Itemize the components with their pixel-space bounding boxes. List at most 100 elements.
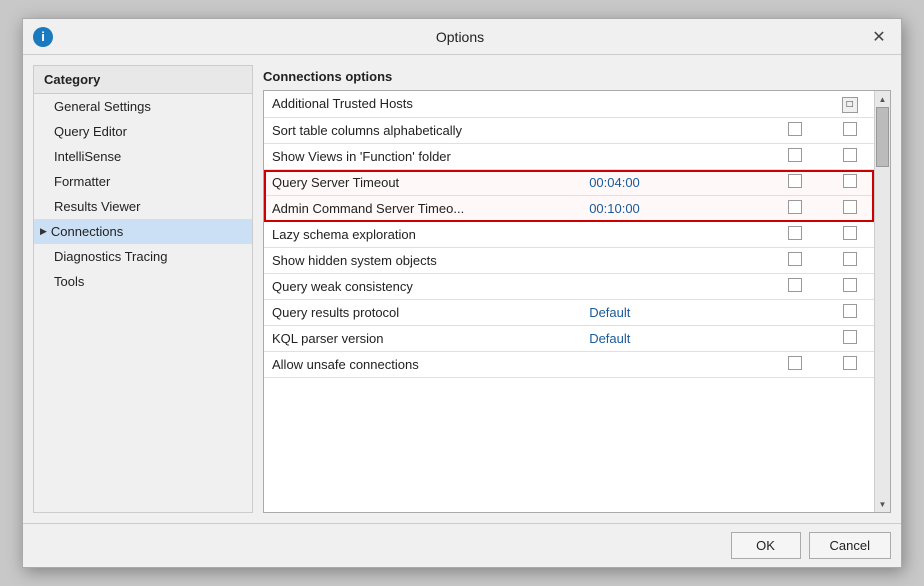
sidebar-item-tools[interactable]: Tools: [34, 269, 252, 294]
option-extra-checkbox[interactable]: [843, 174, 857, 188]
sidebar-item-connections[interactable]: ▶ Connections: [34, 219, 252, 244]
option-extra-cell: [825, 143, 874, 169]
option-value: [581, 273, 764, 299]
option-extra-checkbox[interactable]: [843, 330, 857, 344]
option-value: Default: [581, 299, 764, 325]
table-scrollbar[interactable]: ▲ ▼: [874, 91, 890, 512]
table-row[interactable]: Query Server Timeout00:04:00: [264, 169, 874, 195]
sidebar: Category General SettingsQuery EditorInt…: [33, 65, 253, 513]
option-checkbox-cell: [764, 169, 825, 195]
ok-button[interactable]: OK: [731, 532, 801, 559]
option-extra-checkbox[interactable]: [843, 200, 857, 214]
option-extra-cell: [825, 247, 874, 273]
sidebar-item-diagnostics-tracing[interactable]: Diagnostics Tracing: [34, 244, 252, 269]
option-checkbox[interactable]: [788, 356, 802, 370]
option-value: [581, 351, 764, 377]
option-checkbox[interactable]: [788, 148, 802, 162]
option-checkbox[interactable]: [788, 122, 802, 136]
option-checkbox-cell: [764, 117, 825, 143]
option-extra-checkbox[interactable]: [843, 122, 857, 136]
option-checkbox[interactable]: [788, 278, 802, 292]
option-extra-checkbox[interactable]: [843, 226, 857, 240]
table-row[interactable]: Additional Trusted Hosts □: [264, 91, 874, 117]
table-row[interactable]: Show Views in 'Function' folder: [264, 143, 874, 169]
option-extra-cell: [825, 221, 874, 247]
cancel-button[interactable]: Cancel: [809, 532, 891, 559]
scrollbar-track: [875, 107, 890, 496]
option-value: [581, 117, 764, 143]
option-extra-cell: [825, 195, 874, 221]
sidebar-item-general-settings[interactable]: General Settings: [34, 94, 252, 119]
table-row[interactable]: Lazy schema exploration: [264, 221, 874, 247]
option-name: Allow unsafe connections: [264, 351, 581, 377]
option-name: Admin Command Server Timeo...: [264, 195, 581, 221]
option-name: Query weak consistency: [264, 273, 581, 299]
option-extra-checkbox[interactable]: [843, 356, 857, 370]
option-extra-cell: [825, 325, 874, 351]
sidebar-item-label: Connections: [51, 224, 123, 239]
option-extra-checkbox[interactable]: [843, 148, 857, 162]
option-name: Sort table columns alphabetically: [264, 117, 581, 143]
option-value: [581, 221, 764, 247]
main-header: Connections options: [263, 65, 891, 90]
table-row[interactable]: Admin Command Server Timeo...00:10:00: [264, 195, 874, 221]
option-extra-cell: [825, 169, 874, 195]
close-button[interactable]: ✕: [867, 25, 891, 49]
table-scroll-wrapper: Additional Trusted Hosts □ Sort table colu…: [264, 91, 890, 512]
option-square-button[interactable]: □: [842, 97, 858, 113]
option-checkbox[interactable]: [788, 174, 802, 188]
scrollbar-thumb[interactable]: [876, 107, 889, 167]
dialog-footer: OK Cancel: [23, 523, 901, 567]
option-checkbox-cell: [764, 247, 825, 273]
option-extra-cell: [825, 351, 874, 377]
option-name: Show Views in 'Function' folder: [264, 143, 581, 169]
option-checkbox[interactable]: [788, 252, 802, 266]
option-value: Default: [581, 325, 764, 351]
option-name: Additional Trusted Hosts: [264, 91, 581, 117]
option-value: [581, 91, 764, 117]
option-name: Query results protocol: [264, 299, 581, 325]
option-extra-checkbox[interactable]: [843, 278, 857, 292]
sidebar-item-results-viewer[interactable]: Results Viewer: [34, 194, 252, 219]
table-row[interactable]: Query weak consistency: [264, 273, 874, 299]
option-checkbox-cell: [764, 351, 825, 377]
table-scroll-inner[interactable]: Additional Trusted Hosts □ Sort table colu…: [264, 91, 874, 512]
option-name: Lazy schema exploration: [264, 221, 581, 247]
options-dialog: i Options ✕ Category General SettingsQue…: [22, 18, 902, 568]
table-row[interactable]: Sort table columns alphabetically: [264, 117, 874, 143]
option-extra-cell: [825, 117, 874, 143]
sidebar-item-formatter[interactable]: Formatter: [34, 169, 252, 194]
title-bar: i Options ✕: [23, 19, 901, 55]
option-value: 00:10:00: [581, 195, 764, 221]
option-extra-checkbox[interactable]: [843, 252, 857, 266]
table-row[interactable]: Allow unsafe connections: [264, 351, 874, 377]
sidebar-item-intellisense[interactable]: IntelliSense: [34, 144, 252, 169]
option-extra-cell: [825, 273, 874, 299]
sidebar-item-query-editor[interactable]: Query Editor: [34, 119, 252, 144]
option-checkbox-cell: [764, 299, 825, 325]
scroll-down-arrow[interactable]: ▼: [875, 496, 891, 512]
option-checkbox-cell: [764, 273, 825, 299]
table-row[interactable]: Query results protocolDefault: [264, 299, 874, 325]
option-checkbox-cell: [764, 91, 825, 117]
option-checkbox[interactable]: [788, 200, 802, 214]
option-checkbox-cell: [764, 143, 825, 169]
option-checkbox[interactable]: [788, 226, 802, 240]
option-value: 00:04:00: [581, 169, 764, 195]
scroll-up-arrow[interactable]: ▲: [875, 91, 891, 107]
option-name: KQL parser version: [264, 325, 581, 351]
option-extra-cell: □: [825, 91, 874, 117]
main-content: Connections options Additional Trusted H…: [263, 65, 891, 513]
options-table-container: Additional Trusted Hosts □ Sort table colu…: [263, 90, 891, 513]
option-value: [581, 247, 764, 273]
sidebar-header: Category: [34, 66, 252, 94]
sidebar-content: General SettingsQuery EditorIntelliSense…: [34, 94, 252, 512]
table-row[interactable]: KQL parser versionDefault: [264, 325, 874, 351]
dialog-title: Options: [53, 29, 867, 45]
option-extra-cell: [825, 299, 874, 325]
option-checkbox-cell: [764, 195, 825, 221]
table-row[interactable]: Show hidden system objects: [264, 247, 874, 273]
info-icon: i: [33, 27, 53, 47]
option-extra-checkbox[interactable]: [843, 304, 857, 318]
expand-arrow-icon: ▶: [40, 226, 47, 237]
